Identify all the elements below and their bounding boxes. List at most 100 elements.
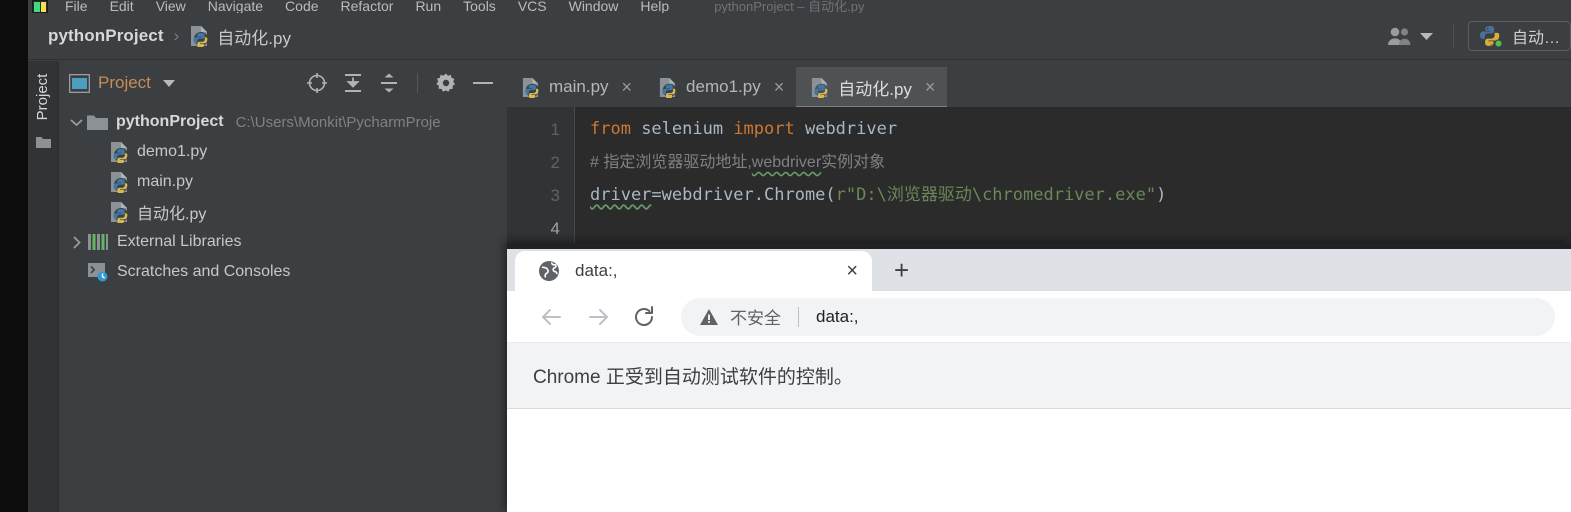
menu-item-code[interactable]: Code [274, 0, 329, 13]
chevron-down-icon [1419, 32, 1433, 41]
folder-icon [36, 136, 51, 148]
close-icon[interactable]: × [774, 78, 785, 96]
settings-gear-icon[interactable] [435, 72, 457, 94]
libraries-icon [87, 233, 109, 251]
menu-item-refactor[interactable]: Refactor [330, 0, 405, 13]
chrome-tab[interactable]: data:, × [515, 251, 872, 291]
automation-info-bar: Chrome 正受到自动测试软件的控制。 [507, 343, 1571, 409]
chrome-tab-strip: data:, × + [507, 249, 1571, 291]
tree-node-label: demo1.py [137, 143, 208, 160]
folder-icon [87, 114, 108, 131]
breadcrumb-separator: › [173, 26, 180, 45]
breadcrumb-project[interactable]: pythonProject [48, 26, 164, 46]
select-opened-file-icon[interactable] [306, 72, 328, 94]
chevron-down-icon[interactable] [65, 118, 87, 127]
close-icon[interactable]: × [925, 78, 936, 96]
code-line-3: driver=webdriver.Chrome(r"D:\浏览器驱动\chrom… [576, 179, 1571, 212]
tree-node-pythonproject[interactable]: pythonProject C:\Users\Monkit\PycharmPro… [59, 107, 507, 137]
collapse-all-icon[interactable] [378, 72, 400, 94]
project-tree: pythonProject C:\Users\Monkit\PycharmPro… [59, 105, 507, 287]
editor-tab-label: main.py [549, 77, 609, 96]
python-file-icon [109, 171, 129, 193]
tree-node-external-libraries[interactable]: External Libraries [59, 227, 507, 257]
chevron-right-icon[interactable] [65, 235, 87, 249]
screen: File Edit View Navigate Code Refactor Ru… [0, 0, 1571, 512]
arrow-right-icon[interactable] [575, 294, 621, 340]
tree-node-label: pythonProject [116, 113, 224, 130]
tool-window-strip-left: Project [28, 61, 59, 512]
run-configuration-selector[interactable]: 自动… [1467, 21, 1571, 51]
pycharm-logo-icon [32, 0, 48, 13]
menu-item-file[interactable]: File [54, 0, 99, 13]
run-configuration-label: 自动… [1511, 30, 1560, 47]
code-token-name: webdriver [794, 119, 898, 139]
code-token-keyword: import [733, 119, 795, 139]
menu-item-vcs[interactable]: VCS [507, 0, 558, 13]
tree-node-scratches-and-consoles[interactable]: Scratches and Consoles [59, 257, 507, 287]
menu-bar: File Edit View Navigate Code Refactor Ru… [28, 0, 1571, 13]
line-number: 1 [550, 120, 560, 139]
tool-strip-button-project[interactable]: Project [34, 65, 54, 129]
code-token-paren: ) [1156, 185, 1167, 205]
menu-item-help[interactable]: Help [629, 0, 680, 13]
menu-item-view[interactable]: View [145, 0, 197, 13]
actions-divider [417, 73, 418, 93]
editor-tab-automation[interactable]: 自动化.py × [796, 67, 948, 109]
code-token-variable: driver [590, 185, 652, 205]
window-title: pythonProject – 自动化.py [714, 0, 865, 13]
address-bar-url[interactable]: data:, [816, 307, 859, 327]
editor-tab-main[interactable]: main.py × [507, 67, 644, 107]
project-panel-actions [306, 72, 495, 94]
python-file-icon [658, 77, 677, 98]
omnibox-divider [798, 306, 799, 327]
close-icon[interactable]: × [846, 261, 858, 281]
menu-item-window[interactable]: Window [558, 0, 630, 13]
line-number: 4 [550, 219, 560, 238]
code-line-2: # 指定浏览器驱动地址,webdriver实例对象 [576, 146, 1571, 179]
chevron-down-icon[interactable] [162, 79, 175, 87]
python-run-config-icon [1479, 24, 1503, 48]
project-tool-window: Project pythonProject C:\Users\Monkit\Py… [59, 61, 507, 512]
arrow-left-icon[interactable] [529, 294, 575, 340]
expand-all-icon[interactable] [342, 72, 364, 94]
tree-node-label: 自动化.py [137, 206, 207, 223]
hide-icon[interactable] [471, 72, 495, 94]
new-tab-button[interactable]: + [894, 257, 909, 291]
tree-node-automation[interactable]: 自动化.py [59, 197, 507, 227]
chrome-browser-window: data:, × + 不安全 data:, Chrome 正受到自动测试软件的控… [507, 243, 1571, 512]
reload-icon[interactable] [621, 294, 667, 340]
code-token-call: =webdriver.Chrome( [651, 185, 836, 205]
menu-item-navigate[interactable]: Navigate [197, 0, 274, 13]
python-file-icon [109, 201, 129, 223]
chrome-tab-title: data:, [575, 261, 618, 280]
navigation-bar: pythonProject › 自动化.py 自动… [28, 13, 1571, 60]
warning-triangle-icon[interactable] [699, 308, 719, 326]
menu-item-tools[interactable]: Tools [452, 0, 507, 13]
code-token-keyword: from [590, 119, 631, 139]
line-number: 2 [550, 153, 560, 172]
security-status-label: 不安全 [730, 309, 781, 328]
python-file-icon [810, 77, 829, 98]
editor-tab-demo1[interactable]: demo1.py × [644, 67, 796, 107]
code-token-comment-typo: webdriver [751, 154, 822, 171]
project-window-icon [69, 73, 90, 93]
menu-item-edit[interactable]: Edit [99, 0, 145, 13]
people-menu-button[interactable] [1373, 26, 1447, 46]
editor-tab-bar: main.py × demo1.py × 自动化.py × [507, 61, 1571, 109]
breadcrumb-file[interactable]: 自动化.py [217, 24, 291, 49]
close-icon[interactable]: × [622, 78, 633, 96]
menu-item-run[interactable]: Run [404, 0, 452, 13]
tree-node-label: main.py [137, 173, 194, 190]
python-file-icon [109, 141, 129, 163]
python-file-icon [189, 25, 209, 47]
tree-node-main[interactable]: main.py [59, 167, 507, 197]
tree-node-demo1[interactable]: demo1.py [59, 137, 507, 167]
python-file-icon [521, 77, 540, 98]
scratches-icon [87, 262, 109, 282]
project-panel-header: Project [59, 61, 507, 105]
tree-node-path: C:\Users\Monkit\PycharmProje [235, 113, 441, 131]
address-bar[interactable]: 不安全 data:, [681, 297, 1555, 336]
code-token-comment: 指定浏览器驱动地址, [603, 154, 752, 171]
chrome-page-content [507, 409, 1571, 512]
